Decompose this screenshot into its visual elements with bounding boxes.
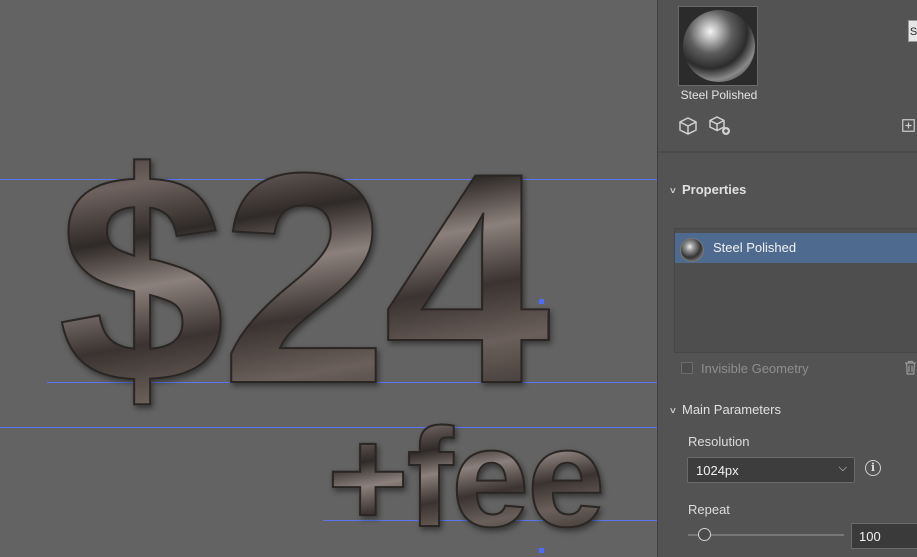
repeat-slider-handle[interactable]: [698, 528, 711, 541]
material-mini-icon: [680, 238, 704, 262]
materials-panel: Steel Polished S ˅ Properties Steel Polis…: [657, 0, 917, 557]
material-thumbnail[interactable]: [678, 6, 758, 86]
resolution-label: Resolution: [688, 434, 750, 449]
section-divider: [658, 151, 917, 153]
invisible-geometry-checkbox[interactable]: [681, 362, 693, 374]
material-list[interactable]: Steel Polished: [674, 228, 917, 353]
properties-title: Properties: [682, 182, 747, 197]
main-parameters-title: Main Parameters: [682, 402, 781, 417]
tooltip-tab: S: [908, 20, 917, 42]
repeat-label: Repeat: [688, 502, 730, 517]
cube-icon[interactable]: [678, 117, 698, 139]
main-parameters-section-header[interactable]: ˅ Main Parameters: [670, 402, 781, 417]
repeat-input[interactable]: 100: [851, 523, 917, 549]
chevron-down-icon: ˅: [670, 406, 676, 417]
repeat-value: 100: [859, 529, 881, 544]
resolution-value: 1024px: [696, 463, 739, 478]
fee-text-3d[interactable]: +fee: [326, 407, 606, 549]
list-item-label: Steel Polished: [713, 240, 797, 255]
plus-square-icon[interactable]: [902, 119, 915, 136]
properties-section-header[interactable]: ˅ Properties: [670, 182, 746, 197]
trash-icon[interactable]: [904, 360, 917, 378]
info-icon[interactable]: i: [865, 460, 881, 476]
invisible-geometry-label: Invisible Geometry: [701, 361, 809, 376]
resolution-select[interactable]: 1024px ⌵: [687, 457, 855, 483]
material-sphere-preview: [683, 10, 755, 82]
material-name: Steel Polished: [680, 88, 758, 102]
cube-add-icon[interactable]: [708, 116, 732, 140]
list-item[interactable]: Steel Polished: [675, 233, 917, 263]
chevron-down-icon: ⌵: [838, 462, 847, 474]
artboard-canvas[interactable]: $24 +fee: [0, 0, 657, 557]
repeat-slider-track[interactable]: [688, 534, 844, 536]
chevron-down-icon: ˅: [670, 186, 676, 197]
price-text-3d[interactable]: $24: [57, 127, 552, 429]
